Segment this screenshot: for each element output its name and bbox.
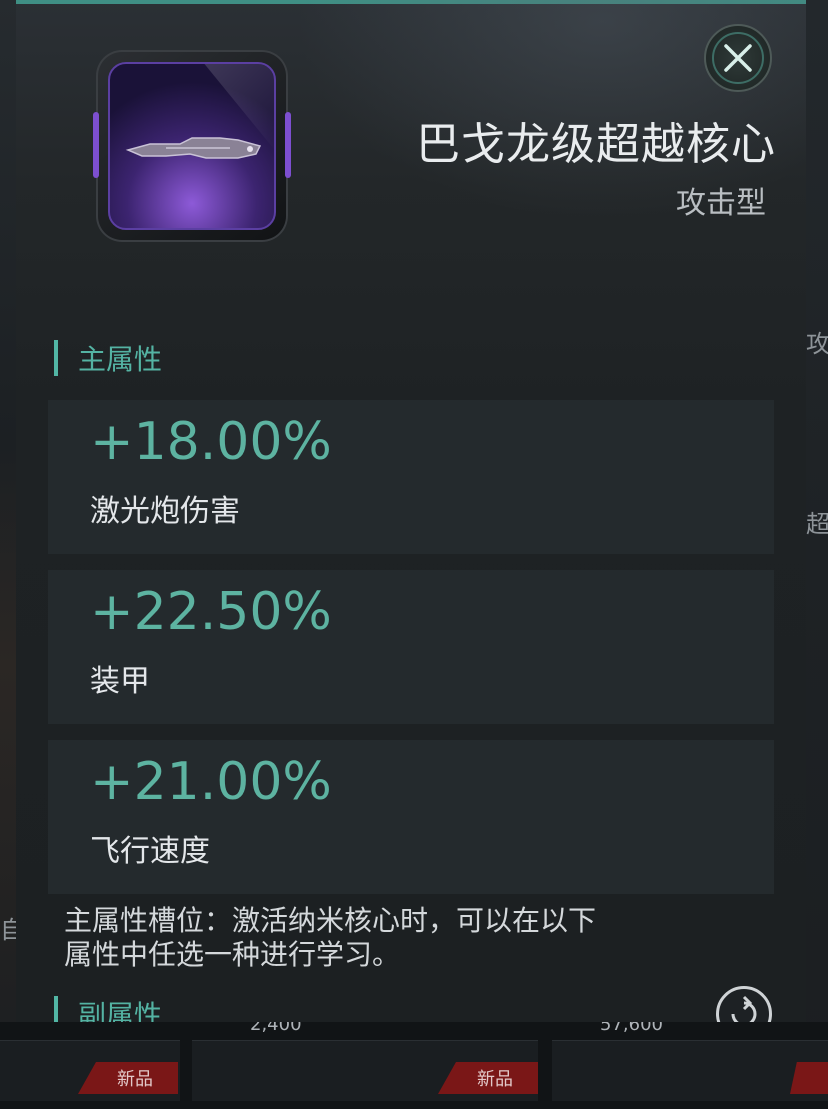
background-right-strip — [806, 0, 828, 1109]
attribute-value: +21.00% — [90, 752, 332, 812]
section-accent-bar — [54, 340, 58, 376]
background-glyph: 超 — [806, 510, 828, 538]
refresh-button[interactable] — [716, 986, 772, 1022]
item-icon — [108, 62, 276, 230]
background-glyph: 自 — [0, 916, 16, 944]
attribute-row: +22.50% 装甲 — [48, 570, 774, 724]
attribute-slot-description: 主属性槽位：激活纳米核心时，可以在以下 属性中任选一种进行学习。 — [64, 904, 764, 972]
close-button[interactable] — [704, 24, 772, 92]
attribute-row: +21.00% 飞行速度 — [48, 740, 774, 894]
attribute-name: 飞行速度 — [90, 834, 210, 869]
close-icon — [724, 44, 752, 72]
rarity-marker — [285, 112, 291, 178]
attribute-value: +22.50% — [90, 582, 332, 642]
background-glyph: 攻 — [806, 330, 828, 358]
section-accent-bar — [54, 996, 58, 1022]
section-title: 主属性 — [78, 343, 163, 376]
secondary-attributes-header: 副属性 — [54, 994, 162, 1022]
attribute-value: +18.00% — [90, 412, 332, 472]
section-title: 副属性 — [78, 999, 163, 1022]
attribute-name: 装甲 — [90, 664, 150, 699]
item-type: 攻击型 — [676, 186, 766, 221]
attribute-name: 激光炮伤害 — [90, 494, 240, 529]
ship-icon — [125, 137, 262, 159]
item-detail-panel: 巴戈龙级超越核心 攻击型 主属性 +18.00% 激光炮伤害 +22.50% 装… — [16, 0, 806, 1022]
refresh-icon — [731, 995, 757, 1022]
description-line: 属性中任选一种进行学习。 — [64, 938, 401, 971]
item-name: 巴戈龙级超越核心 — [416, 119, 776, 170]
rarity-marker — [93, 112, 99, 178]
primary-attributes-header: 主属性 — [54, 338, 162, 378]
item-icon-frame — [93, 50, 291, 242]
description-line: 主属性槽位：激活纳米核心时，可以在以下 — [64, 904, 597, 937]
shop-item-card[interactable] — [552, 1040, 828, 1101]
attribute-row: +18.00% 激光炮伤害 — [48, 400, 774, 554]
